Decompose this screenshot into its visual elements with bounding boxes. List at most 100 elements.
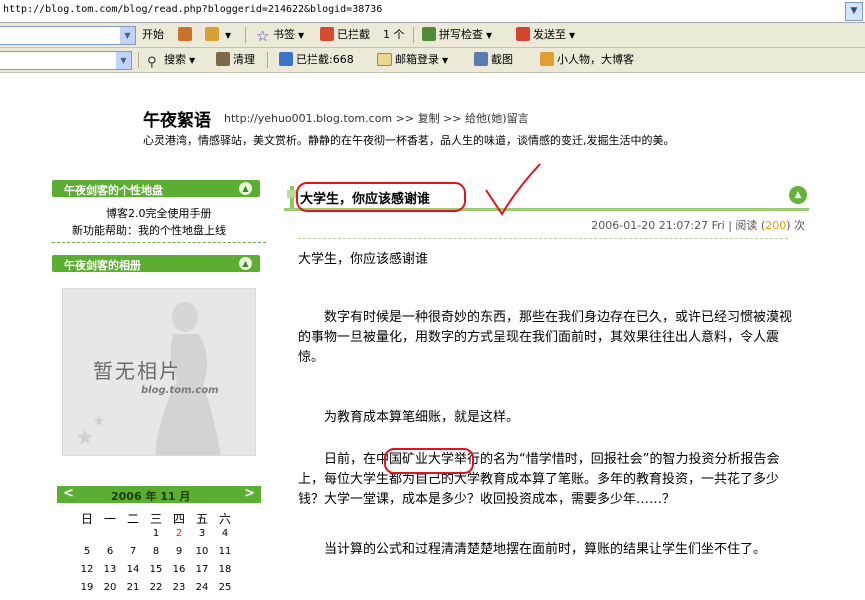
calendar-day[interactable]: 4 [214, 528, 236, 539]
divider [138, 52, 139, 68]
calendar-day[interactable]: 7 [122, 546, 144, 557]
calendar-day[interactable]: 14 [122, 564, 144, 575]
calendar-day[interactable]: 15 [145, 564, 167, 575]
calendar-day[interactable]: 23 [168, 582, 190, 593]
post-meta: 2006-01-20 21:07:27 Fri | 阅读 (200) 次 [591, 219, 805, 232]
post-date: 2006-01-20 21:07:27 Fri [591, 219, 725, 232]
calendar-weekday: 四 [172, 512, 185, 526]
toolbar-combo[interactable]: ▼ [0, 26, 136, 45]
divider [52, 242, 266, 243]
person-icon [540, 52, 554, 66]
calendar-title: 2006 年 11 月 [111, 490, 191, 503]
screenshot-button[interactable]: 截图 [474, 52, 513, 68]
calendar-day[interactable]: 11 [214, 546, 236, 557]
blocked-label: 已拦截 [337, 28, 370, 41]
link-icon[interactable] [178, 27, 195, 43]
calendar-day[interactable]: 20 [99, 582, 121, 593]
prev-month-icon[interactable]: < [63, 486, 74, 501]
post-paragraph: 日前，在中国矿业大学举行的名为“惜学惜时，回报社会”的智力投资分析报告会上，每位… [298, 452, 780, 507]
message-link[interactable]: >> 给他(她)留言 [443, 112, 529, 125]
bookmarks-button[interactable]: ☆ 书签 ▼ [256, 27, 304, 44]
collapse-icon[interactable]: ▲ [239, 182, 252, 195]
calendar-week-row: 5 6 7 8 9 10 11 [78, 546, 238, 564]
calendar-day[interactable]: 1 [145, 528, 167, 539]
search-label: 搜索 [164, 53, 186, 66]
calendar-week-row: 1234 [78, 528, 238, 546]
no-photo-text: 暂无相片 [93, 359, 181, 383]
blog-header-links: http://yehuo001.blog.tom.com >> 复制 >> 给他… [224, 110, 529, 126]
annotation-checkmark [485, 163, 541, 216]
post-paragraph: 当计算的公式和过程清清楚楚地摆在面前时，算账的结果让学生们坐不住了。 [324, 542, 767, 557]
blog-title[interactable]: 午夜絮语 [143, 106, 211, 131]
blocked-ads-button[interactable]: 已拦截:668 [279, 52, 354, 68]
calendar-day[interactable]: 2 [168, 528, 190, 539]
chevron-down-icon[interactable]: ▼ [120, 27, 135, 44]
divider [245, 27, 246, 43]
copy-link[interactable]: >> 复制 [396, 112, 440, 125]
mail-icon [377, 53, 392, 66]
sendto-button[interactable]: 发送至 ▼ [516, 27, 575, 43]
manual-link[interactable]: 博客2.0完全使用手册 [106, 205, 212, 221]
calendar-weekday-row: 日一二三四五六 [78, 510, 238, 528]
calendar-week-row: 12 13 14 15 16 17 18 [78, 564, 238, 582]
person-button[interactable]: 小人物，大博客 [540, 52, 634, 68]
blog-url[interactable]: http://yehuo001.blog.tom.com [224, 112, 392, 125]
album-panel-title: 午夜剑客的相册 [64, 259, 141, 272]
address-url[interactable]: http://blog.tom.com/blog/read.php?blogge… [3, 4, 382, 15]
clear-button[interactable]: 清理 [216, 52, 255, 68]
calendar-weekday: 五 [195, 512, 208, 526]
calendar-weekday: 二 [126, 512, 139, 526]
calendar-day[interactable]: 3 [191, 528, 213, 539]
blog-description: 心灵港湾，情感驿站，美文赏析。静静的在午夜彻一杯香茗，品人生的味道，谈情感的变迁… [143, 134, 675, 147]
tools-button[interactable]: ▼ [205, 27, 231, 43]
back-to-top-icon[interactable]: ▲ [789, 186, 807, 204]
search-combo[interactable]: ▼ [0, 51, 132, 70]
collapse-icon[interactable]: ▲ [239, 257, 252, 270]
mail-login-label: 邮箱登录 [395, 53, 439, 66]
calendar-day[interactable]: 12 [76, 564, 98, 575]
read-suffix: 次 [794, 219, 805, 232]
calendar-day[interactable]: 24 [191, 582, 213, 593]
annotation-circle [296, 182, 466, 212]
divider [298, 238, 788, 239]
calendar-day[interactable]: 17 [191, 564, 213, 575]
help-link[interactable]: 新功能帮助：我的个性地盘上线 [72, 222, 226, 238]
calendar-day[interactable]: 18 [214, 564, 236, 575]
start-button[interactable]: 开始 [142, 27, 164, 43]
calendar-day[interactable]: 16 [168, 564, 190, 575]
sendto-label: 发送至 [533, 28, 566, 41]
calendar-day[interactable]: 6 [99, 546, 121, 557]
calendar-weekday: 日 [80, 512, 93, 526]
calendar-day[interactable]: 19 [76, 582, 98, 593]
address-dropdown-button[interactable]: ▼ [845, 2, 863, 21]
read-label: 阅读 [735, 219, 758, 232]
calendar-weekday: 三 [149, 512, 162, 526]
address-bar[interactable]: http://blog.tom.com/blog/read.php?blogge… [0, 0, 865, 23]
mail-login-button[interactable]: 邮箱登录 ▼ [377, 52, 448, 68]
album-placeholder[interactable]: 暂无相片 blog.tom.com [62, 288, 256, 456]
spellcheck-button[interactable]: 拼写检查 ▼ [422, 27, 492, 43]
post-paragraph: 为教育成本算笔细账，就是这样。 [324, 410, 520, 425]
calendar-day[interactable]: 22 [145, 582, 167, 593]
post-paragraph: 数字有时候是一种很奇妙的东西，那些在我们身边存在已久，或许已经习惯被漠视的事物一… [298, 310, 793, 365]
search-button[interactable]: ⚲ 搜索 ▼ [147, 52, 195, 70]
screenshot-label: 截图 [491, 53, 513, 66]
calendar-day[interactable]: 5 [76, 546, 98, 557]
calendar-day[interactable]: 25 [214, 582, 236, 593]
broom-icon [216, 52, 230, 66]
calendar-grid: 日一二三四五六 1 2 3 4 5 6 7 8 9 10 11 12 13 14 15 16 17 18 19 20 21… [78, 510, 238, 600]
chevron-down-icon[interactable]: ▼ [116, 52, 131, 69]
calendar-header: < 2006 年 11 月 > [57, 486, 261, 503]
divider [267, 52, 268, 68]
search-icon: ⚲ [147, 55, 157, 70]
sidebar-panel-header: 午夜剑客的个性地盘 ▲ [52, 180, 260, 197]
calendar-day[interactable]: 13 [99, 564, 121, 575]
calendar-day[interactable]: 10 [191, 546, 213, 557]
spellcheck-label: 拼写检查 [439, 28, 483, 41]
calendar-week-row: 19 20 21 22 23 24 25 [78, 582, 238, 600]
calendar-day[interactable]: 8 [145, 546, 167, 557]
next-month-icon[interactable]: > [244, 486, 255, 501]
calendar-day[interactable]: 21 [122, 582, 144, 593]
calendar-day[interactable]: 9 [168, 546, 190, 557]
popup-blocked-button[interactable]: 已拦截 [320, 27, 370, 43]
